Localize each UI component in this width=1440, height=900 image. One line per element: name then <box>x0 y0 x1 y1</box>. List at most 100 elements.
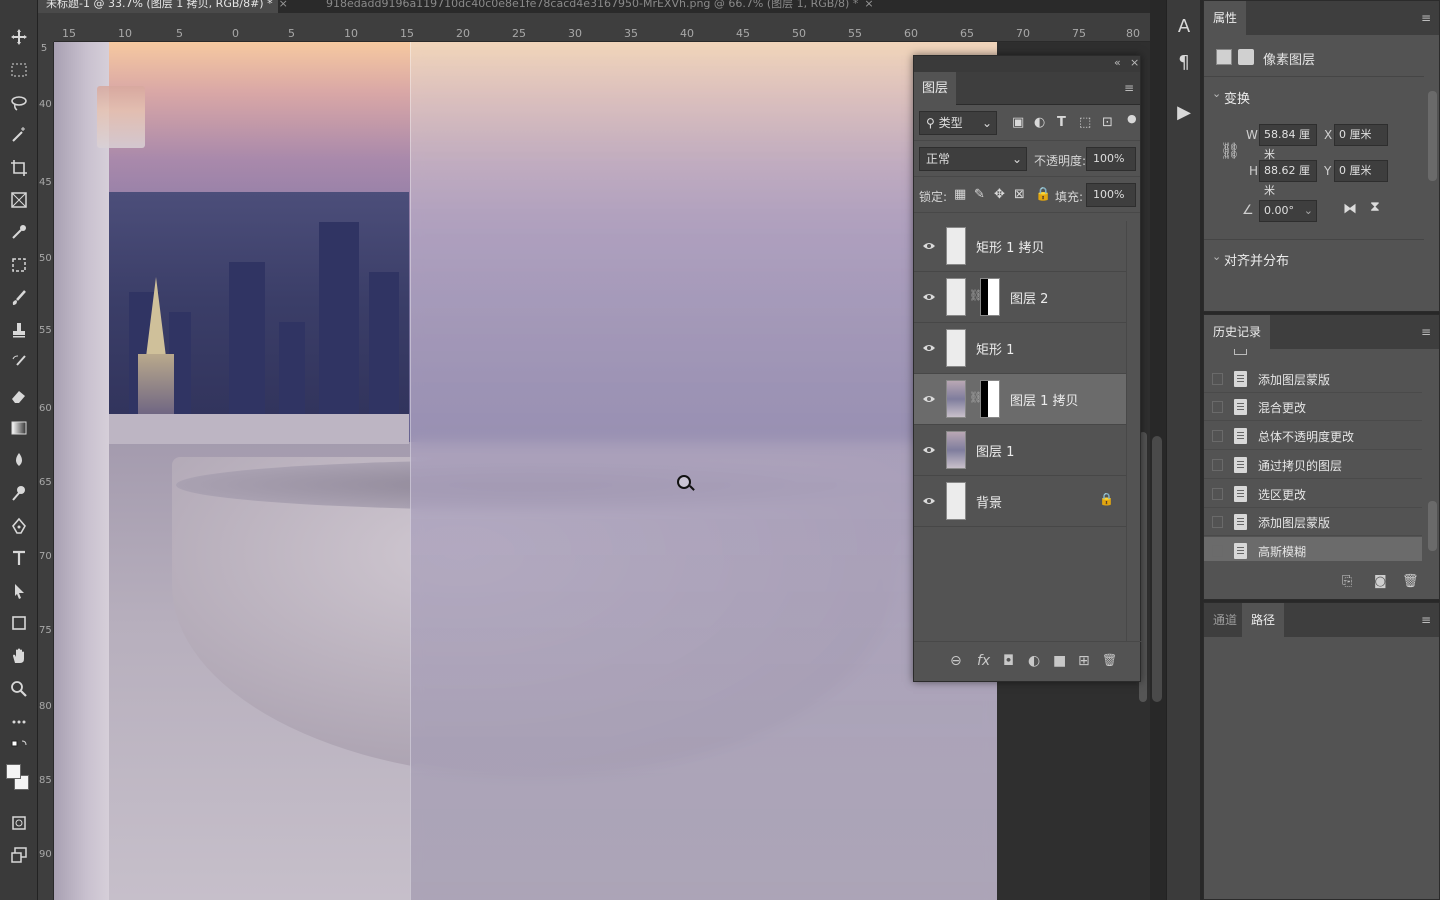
link-dimensions-icon[interactable]: ⛓ <box>1220 141 1240 160</box>
trash-icon[interactable]: 🗑 <box>1402 574 1419 589</box>
visibility-eye-icon[interactable] <box>922 290 936 304</box>
history-item[interactable]: 选区更改 <box>1204 480 1422 508</box>
rectangle-tool-icon[interactable] <box>5 610 33 636</box>
zoom-tool-icon[interactable] <box>5 676 33 702</box>
crop-tool-icon[interactable] <box>5 155 33 181</box>
character-panel-icon[interactable]: A <box>1167 16 1201 37</box>
type-tool-icon[interactable] <box>5 545 33 571</box>
collapsed-panels-scrollbar[interactable] <box>1152 436 1162 702</box>
filter-toggle-icon[interactable]: ● <box>1127 111 1137 127</box>
pen-tool-icon[interactable] <box>5 513 33 539</box>
marquee-tool-icon[interactable] <box>5 57 33 83</box>
shape-filter-icon[interactable]: ⬚ <box>1079 115 1091 131</box>
quick-mask-icon[interactable] <box>5 810 33 836</box>
tab-paths[interactable]: 路径 <box>1242 603 1285 637</box>
history-checkbox[interactable] <box>1212 488 1223 500</box>
chevron-down-icon[interactable]: ⌄ <box>1212 87 1221 100</box>
trash-icon[interactable]: 🗑 <box>1102 653 1117 667</box>
history-checkbox[interactable] <box>1212 401 1223 413</box>
blend-mode-select[interactable]: 正常 ⌄ <box>919 147 1027 171</box>
history-item[interactable]: 通过拷贝的图层 <box>1204 451 1422 479</box>
layer-mask-thumbnail[interactable] <box>980 380 1000 418</box>
foreground-color-swatch[interactable] <box>6 764 21 779</box>
transform-section-title[interactable]: 变换 <box>1224 88 1250 107</box>
frame-tool-icon[interactable] <box>5 187 33 213</box>
lock-pixels-icon[interactable]: ✎ <box>974 187 985 203</box>
folder-icon[interactable]: ■ <box>1053 653 1066 669</box>
blur-tool-icon[interactable] <box>5 447 33 473</box>
history-item[interactable]: 添加图层蒙版 <box>1204 508 1422 536</box>
swap-colors-icon[interactable] <box>5 737 33 755</box>
visibility-eye-icon[interactable] <box>922 341 936 355</box>
stamp-tool-icon[interactable] <box>5 317 33 343</box>
link-layers-icon[interactable]: ⊖ <box>950 653 962 669</box>
flip-vertical-icon[interactable]: ⧗ <box>1370 199 1380 215</box>
dodge-tool-icon[interactable] <box>5 480 33 506</box>
history-checkbox[interactable] <box>1212 545 1223 557</box>
panel-menu-icon[interactable]: ≡ <box>1421 325 1431 339</box>
history-checkbox[interactable] <box>1212 430 1223 442</box>
magic-wand-tool-icon[interactable] <box>5 122 33 148</box>
document-tab-active[interactable]: 未标题-1 @ 33.7% (图层 1 拷贝, RGB/8#) * × <box>38 0 288 13</box>
type-filter-icon[interactable]: T <box>1057 115 1066 131</box>
document-tab-inactive[interactable]: 918edadd9196a119710dc40c0e8e1fe78cacd4e3… <box>318 0 882 13</box>
close-icon[interactable]: × <box>1130 56 1139 69</box>
lock-artboard-icon[interactable]: ⊠ <box>1014 187 1025 203</box>
lock-transparent-icon[interactable]: ▦ <box>954 187 966 203</box>
tab-properties[interactable]: 属性 <box>1204 1 1247 35</box>
tab-layers[interactable]: 图层 <box>914 72 957 105</box>
smart-object-filter-icon[interactable]: ⊡ <box>1102 115 1113 131</box>
brush-tool-icon[interactable] <box>5 285 33 311</box>
add-mask-icon[interactable]: ◘ <box>1003 653 1014 669</box>
layer-row[interactable]: 矩形 1 拷贝 <box>914 221 1126 272</box>
pixel-filter-icon[interactable]: ▣ <box>1012 115 1024 131</box>
adjustment-filter-icon[interactable]: ◐ <box>1034 115 1045 131</box>
properties-scrollbar[interactable] <box>1428 91 1437 181</box>
panel-menu-icon[interactable]: ≡ <box>1124 81 1134 95</box>
hand-tool-icon[interactable] <box>5 643 33 669</box>
visibility-eye-icon[interactable] <box>922 494 936 508</box>
layer-row[interactable]: 图层 1 <box>914 425 1126 476</box>
lock-position-icon[interactable]: ✥ <box>994 187 1005 203</box>
history-item[interactable]: 添加图层蒙版 <box>1204 365 1422 393</box>
panel-menu-icon[interactable]: ≡ <box>1421 11 1431 25</box>
layers-scrollbar[interactable] <box>1126 221 1140 641</box>
close-icon[interactable]: × <box>864 0 873 10</box>
history-item[interactable]: 混合更改 <box>1204 393 1422 421</box>
y-input[interactable]: 0 厘米 <box>1334 160 1388 182</box>
history-checkbox[interactable] <box>1212 459 1223 471</box>
fx-icon[interactable]: fx <box>977 653 990 669</box>
history-checkbox[interactable] <box>1212 516 1223 528</box>
adjustment-layer-icon[interactable]: ◐ <box>1028 653 1040 669</box>
panel-menu-icon[interactable]: ≡ <box>1421 613 1431 627</box>
screen-mode-icon[interactable] <box>5 842 33 868</box>
angle-input[interactable]: 0.00° ⌄ <box>1259 200 1317 222</box>
close-icon[interactable]: × <box>279 0 288 10</box>
lock-all-icon[interactable]: 🔒 <box>1035 187 1051 203</box>
layer-row[interactable]: ⛓ 图层 2 <box>914 272 1126 323</box>
align-distribute-title[interactable]: 对齐并分布 <box>1224 250 1289 269</box>
history-item[interactable]: 总体不透明度更改 <box>1204 422 1422 450</box>
layer-row[interactable]: 背景 🔒 <box>914 476 1126 527</box>
chevron-down-icon[interactable]: ⌄ <box>1212 250 1221 263</box>
opacity-input[interactable]: 100% <box>1086 147 1136 171</box>
document-canvas[interactable] <box>54 42 997 900</box>
move-tool-icon[interactable] <box>5 24 33 50</box>
visibility-eye-icon[interactable] <box>922 239 936 253</box>
width-input[interactable]: 58.84 厘米 <box>1259 124 1317 161</box>
history-scrollbar[interactable] <box>1428 501 1437 551</box>
visibility-eye-icon[interactable] <box>922 443 936 457</box>
path-selection-tool-icon[interactable] <box>5 578 33 604</box>
new-layer-icon[interactable]: ⊞ <box>1078 653 1090 669</box>
height-input[interactable]: 88.62 厘米 <box>1259 160 1317 197</box>
snapshot-camera-icon[interactable]: ◙ <box>1374 574 1387 589</box>
history-checkbox[interactable] <box>1212 373 1223 385</box>
layer-mask-thumbnail[interactable] <box>980 278 1000 316</box>
eyedropper-tool-icon[interactable] <box>5 219 33 245</box>
eraser-tool-icon[interactable] <box>5 383 33 409</box>
paragraph-panel-icon[interactable]: ¶ <box>1167 52 1201 73</box>
gradient-tool-icon[interactable] <box>5 415 33 441</box>
x-input[interactable]: 0 厘米 <box>1334 124 1388 146</box>
fill-input[interactable]: 100% <box>1086 183 1136 207</box>
new-document-from-state-icon[interactable]: ⎘ <box>1342 574 1352 589</box>
